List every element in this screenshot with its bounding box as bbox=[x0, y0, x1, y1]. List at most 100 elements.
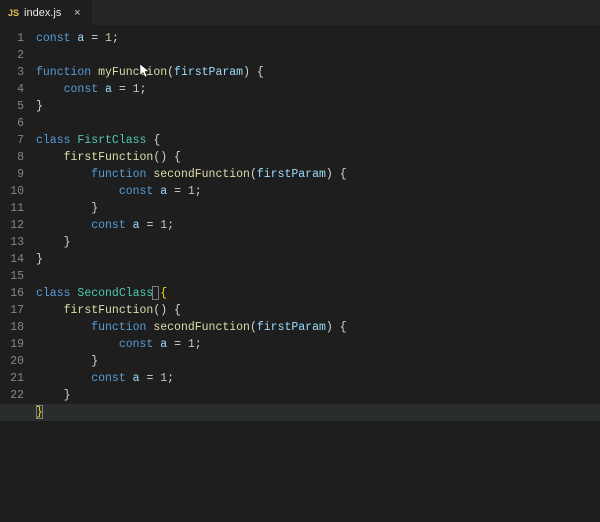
token-indent bbox=[36, 338, 119, 351]
token-punc: ; bbox=[112, 32, 119, 45]
token-num: 1 bbox=[133, 83, 140, 96]
token-storage: const bbox=[91, 372, 126, 385]
line-number: 20 bbox=[0, 353, 24, 370]
token-brace: } bbox=[64, 389, 71, 402]
code-line[interactable] bbox=[36, 47, 600, 64]
token-func: firstFunction bbox=[64, 151, 154, 164]
token-func: myFunction bbox=[98, 66, 167, 79]
line-number: 17 bbox=[0, 302, 24, 319]
code-line[interactable]: const a = 1; bbox=[36, 183, 600, 200]
line-number: 1 bbox=[0, 30, 24, 47]
line-number: 10 bbox=[0, 183, 24, 200]
line-number: 4 bbox=[0, 81, 24, 98]
code-area[interactable]: const a = 1;function myFunction(firstPar… bbox=[36, 26, 600, 522]
token-yellow: { bbox=[160, 287, 167, 300]
token-num: 1 bbox=[188, 185, 195, 198]
token-indent bbox=[36, 151, 64, 164]
token-indent bbox=[36, 321, 91, 334]
code-line[interactable]: const a = 1; bbox=[36, 217, 600, 234]
code-line[interactable]: const a = 1; bbox=[36, 336, 600, 353]
token-sp bbox=[126, 219, 133, 232]
token-func: firstFunction bbox=[64, 304, 154, 317]
code-line[interactable]: function secondFunction(firstParam) { bbox=[36, 166, 600, 183]
token-punc: ) bbox=[326, 321, 333, 334]
token-op: = bbox=[174, 338, 181, 351]
token-op: = bbox=[174, 185, 181, 198]
token-storage: function bbox=[91, 321, 146, 334]
token-class: FisrtClass bbox=[77, 134, 146, 147]
token-indent bbox=[36, 304, 64, 317]
token-sp bbox=[112, 83, 119, 96]
code-line[interactable]: } bbox=[36, 251, 600, 268]
token-sp bbox=[333, 321, 340, 334]
token-sp bbox=[333, 168, 340, 181]
token-punc: ) bbox=[326, 168, 333, 181]
code-line[interactable]: } bbox=[36, 98, 600, 115]
token-var: a bbox=[133, 372, 140, 385]
token-sp bbox=[167, 151, 174, 164]
token-storage: class bbox=[36, 134, 71, 147]
line-number: 22 bbox=[0, 387, 24, 404]
token-num: 1 bbox=[188, 338, 195, 351]
code-line[interactable] bbox=[36, 268, 600, 285]
code-line[interactable]: } bbox=[36, 387, 600, 404]
token-num: 1 bbox=[105, 32, 112, 45]
code-line[interactable]: } bbox=[36, 200, 600, 217]
token-sp bbox=[126, 372, 133, 385]
token-storage: class bbox=[36, 287, 71, 300]
token-storage: const bbox=[119, 338, 154, 351]
js-file-icon: JS bbox=[8, 8, 19, 18]
code-line[interactable]: class SecondClass { bbox=[36, 285, 600, 302]
code-line[interactable]: const a = 1; bbox=[36, 30, 600, 47]
code-line[interactable]: const a = 1; bbox=[36, 81, 600, 98]
token-brace: } bbox=[36, 253, 43, 266]
tab-index-js[interactable]: JS index.js × bbox=[0, 0, 92, 25]
line-number: 12 bbox=[0, 217, 24, 234]
line-number: 18 bbox=[0, 319, 24, 336]
line-number: 16 bbox=[0, 285, 24, 302]
token-punc: ; bbox=[195, 185, 202, 198]
close-icon[interactable]: × bbox=[70, 6, 84, 20]
code-line[interactable]: function myFunction(firstParam) { bbox=[36, 64, 600, 81]
code-line[interactable]: class FisrtClass { bbox=[36, 132, 600, 149]
token-sp bbox=[98, 32, 105, 45]
line-number: 15 bbox=[0, 268, 24, 285]
token-indent bbox=[36, 83, 64, 96]
code-line[interactable]: } bbox=[36, 234, 600, 251]
token-punc: ; bbox=[140, 83, 147, 96]
line-number: 13 bbox=[0, 234, 24, 251]
token-indent bbox=[36, 202, 91, 215]
token-class: SecondClass bbox=[77, 287, 153, 300]
token-sp bbox=[126, 83, 133, 96]
token-storage: const bbox=[91, 219, 126, 232]
token-storage: function bbox=[91, 168, 146, 181]
token-var: firstParam bbox=[257, 168, 326, 181]
token-indent bbox=[36, 219, 91, 232]
line-number: 9 bbox=[0, 166, 24, 183]
token-var: a bbox=[133, 219, 140, 232]
token-var: a bbox=[105, 83, 112, 96]
code-line[interactable]: function secondFunction(firstParam) { bbox=[36, 319, 600, 336]
code-line[interactable] bbox=[36, 115, 600, 132]
code-line[interactable]: firstFunction() { bbox=[36, 149, 600, 166]
token-punc: () bbox=[153, 304, 167, 317]
token-func: secondFunction bbox=[153, 168, 250, 181]
token-sp bbox=[98, 83, 105, 96]
code-line[interactable]: } bbox=[36, 353, 600, 370]
token-indent bbox=[36, 355, 91, 368]
line-number: 5 bbox=[0, 98, 24, 115]
token-func: secondFunction bbox=[153, 321, 250, 334]
code-line[interactable]: const a = 1; bbox=[36, 370, 600, 387]
token-var: firstParam bbox=[174, 66, 243, 79]
code-line[interactable]: } bbox=[36, 404, 600, 421]
token-punc: ( bbox=[250, 168, 257, 181]
token-storage: const bbox=[64, 83, 99, 96]
tab-filename: index.js bbox=[24, 7, 61, 19]
token-brace: } bbox=[36, 100, 43, 113]
token-op: = bbox=[119, 83, 126, 96]
token-brace: } bbox=[91, 202, 98, 215]
code-editor[interactable]: 1234567891011121314151617181920212223 co… bbox=[0, 26, 600, 522]
token-storage: const bbox=[36, 32, 71, 45]
line-number: 2 bbox=[0, 47, 24, 64]
code-line[interactable]: firstFunction() { bbox=[36, 302, 600, 319]
